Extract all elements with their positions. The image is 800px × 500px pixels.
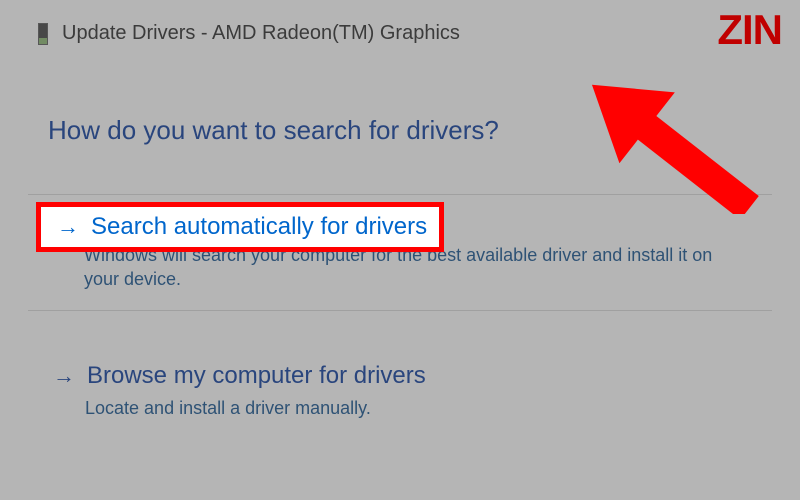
brand-text: ZIN [717, 6, 782, 54]
option-description: Locate and install a driver manually. [53, 396, 747, 420]
brand-watermark: ZIN [717, 6, 782, 54]
option-browse-computer[interactable]: → Browse my computer for drivers Locate … [28, 347, 772, 439]
arrow-right-icon: → [57, 214, 79, 240]
option-title: Browse my computer for drivers [87, 362, 426, 390]
highlight-title: Search automatically for drivers [91, 213, 427, 241]
device-icon [38, 23, 48, 45]
arrow-right-icon: → [53, 363, 75, 389]
dialog-title: Update Drivers - AMD Radeon(TM) Graphics [62, 22, 460, 45]
annotation-arrow-icon [520, 54, 790, 214]
dialog-title-row: Update Drivers - AMD Radeon(TM) Graphics [0, 22, 800, 45]
highlight-frame: → Search automatically for drivers [36, 202, 444, 252]
